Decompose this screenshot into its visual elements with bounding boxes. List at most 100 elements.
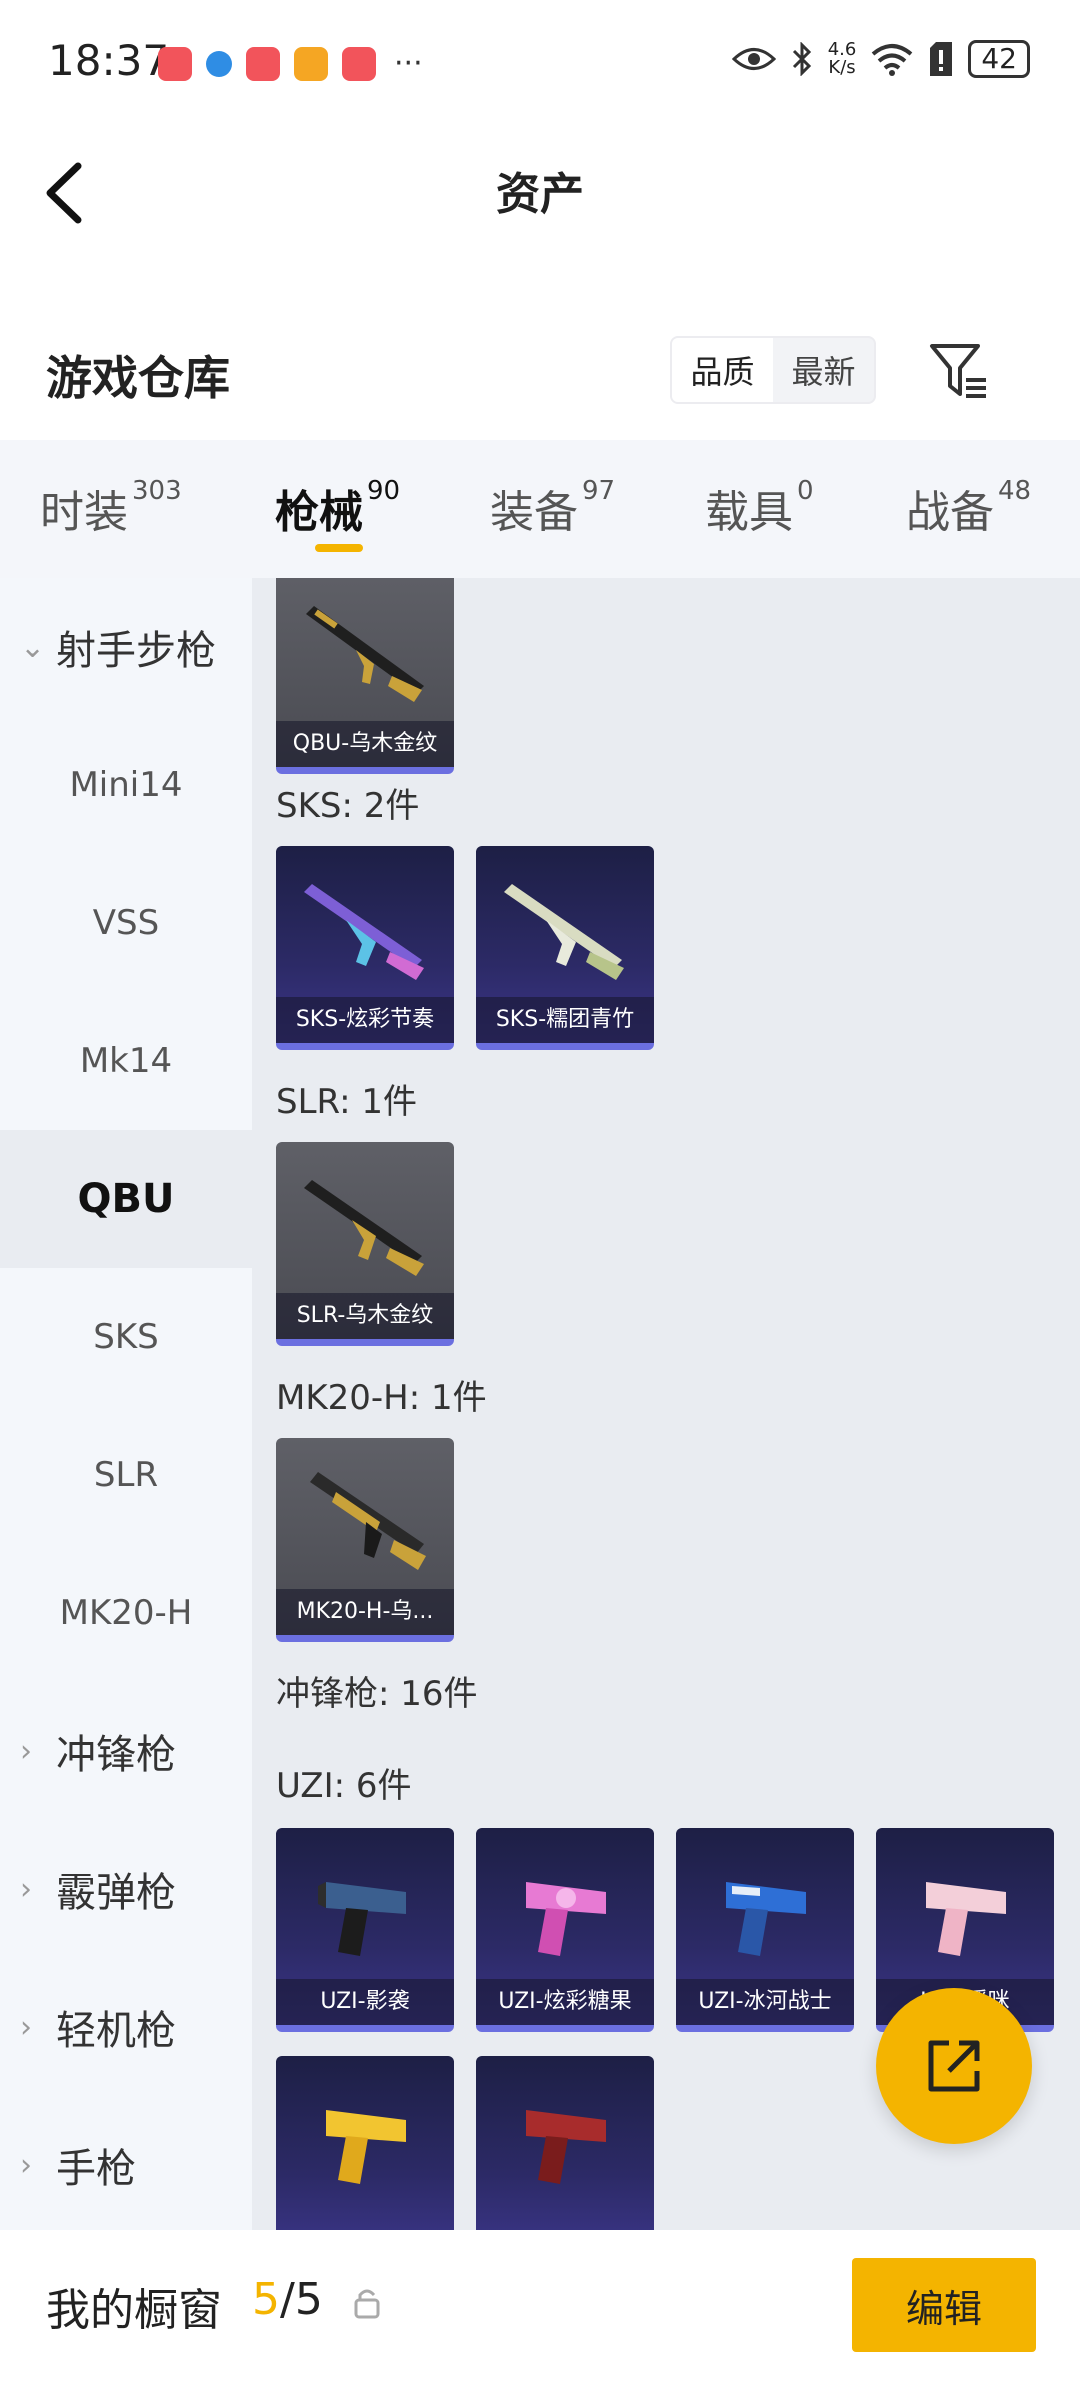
nav-header: 资产 <box>0 120 1080 260</box>
weapon-card-mk20h[interactable]: MK20-H-乌... <box>276 1438 454 1642</box>
sidebar-item-mk20h[interactable]: MK20-H <box>0 1544 252 1682</box>
tab-count: 303 <box>132 476 182 506</box>
network-speed: 4.6 K/s <box>828 41 857 77</box>
shopping-app-icon <box>342 46 376 81</box>
sidebar-item-mini14[interactable]: Mini14 <box>0 716 252 854</box>
wifi-icon <box>872 44 913 76</box>
tab-label: 战备 <box>906 487 994 538</box>
sidebar-group-smg[interactable]: › 冲锋枪 <box>0 1682 252 1820</box>
network-speed-unit: K/s <box>828 57 856 78</box>
share-external-icon <box>928 2040 980 2092</box>
sidebar-group-label: 冲锋枪 <box>56 1732 176 1778</box>
rifle-icon <box>306 606 424 702</box>
rifle-icon <box>310 1472 426 1570</box>
sidebar-item-vss[interactable]: VSS <box>0 854 252 992</box>
weapon-card-uzi-1[interactable]: UZI-影袭 <box>276 1828 454 2032</box>
tab-label: 枪械 <box>275 487 363 538</box>
tab-vehicles[interactable]: 载具 0 <box>705 476 814 540</box>
browser-app-icon <box>206 50 232 77</box>
tab-label: 装备 <box>490 487 578 538</box>
showcase-total: 5 <box>294 2274 323 2325</box>
sidebar-group-lmg[interactable]: › 轻机枪 <box>0 1958 252 2096</box>
page-title: 资产 <box>496 169 584 220</box>
sidebar-group-pistol[interactable]: › 手枪 <box>0 2096 252 2234</box>
weapon-grid: QBU-乌木金纹 SKS: 2件 SKS-炫彩节奏 SKS-糯团青竹 SLR: … <box>252 578 1080 2230</box>
warehouse-header: 游戏仓库 品质 最新 <box>0 300 1080 440</box>
showcase-current: 5 <box>252 2274 280 2325</box>
sidebar-item-qbu[interactable]: QBU <box>0 1130 252 1268</box>
video-app-icon <box>294 46 328 81</box>
weapon-category-sidebar: ⌄ 射手步枪 Mini14 VSS Mk14 QBU SKS SLR MK20-… <box>0 578 252 2230</box>
weapon-card-uzi-2[interactable]: UZI-炫彩糖果 <box>476 1828 654 2032</box>
sidebar-item-sks[interactable]: SKS <box>0 1268 252 1406</box>
status-indicators: 4.6 K/s 42 <box>731 40 1030 78</box>
group-label-sks: SKS: 2件 <box>276 786 420 826</box>
sort-quality-button[interactable]: 品质 <box>672 338 773 402</box>
filter-icon[interactable] <box>928 340 990 402</box>
bluetooth-icon <box>792 42 811 76</box>
weapon-card-uzi-5[interactable] <box>276 2056 454 2230</box>
weapon-card-uzi-3[interactable]: UZI-冰河战士 <box>676 1828 854 2032</box>
weapon-name: SKS-糯团青竹 <box>476 997 654 1043</box>
edit-button[interactable]: 编辑 <box>852 2258 1036 2352</box>
weapon-name: QBU-乌木金纹 <box>276 721 454 767</box>
lock-icon <box>354 2289 380 2319</box>
weapon-card-sks-1[interactable]: SKS-炫彩节奏 <box>276 846 454 1050</box>
smg-icon <box>726 1882 806 1956</box>
sort-toggle: 品质 最新 <box>670 336 876 404</box>
weapon-card-qbu[interactable]: QBU-乌木金纹 <box>276 578 454 774</box>
sidebar-item-mk14[interactable]: Mk14 <box>0 992 252 1130</box>
smg-icon <box>526 2110 606 2184</box>
chevron-right-icon: › <box>20 1871 32 1907</box>
weapon-card-slr[interactable]: SLR-乌木金纹 <box>276 1142 454 1346</box>
sim-alert-icon <box>930 42 953 76</box>
tab-supplies[interactable]: 战备 48 <box>906 476 1031 540</box>
more-notifications-icon: ··· <box>394 46 423 81</box>
group-label-uzi: UZI: 6件 <box>276 1766 412 1806</box>
sidebar-group-label: 霰弹枪 <box>56 1870 176 1916</box>
tab-label: 载具 <box>705 487 793 538</box>
warehouse-title: 游戏仓库 <box>46 351 230 405</box>
smg-icon <box>318 1882 406 1956</box>
sidebar-group-label: 射手步枪 <box>56 628 216 674</box>
category-tabs: 时装 303 枪械 90 装备 97 载具 0 战备 48 <box>0 440 1080 578</box>
notification-icons: ··· <box>158 46 423 81</box>
share-button[interactable] <box>876 1988 1032 2144</box>
sidebar-group-label: 轻机枪 <box>56 2008 176 2054</box>
group-label-smg: 冲锋枪: 16件 <box>276 1674 478 1714</box>
chevron-right-icon: › <box>20 2147 32 2183</box>
status-bar: 18:37 ··· 4.6 K/s 42 <box>0 0 1080 120</box>
battery-indicator: 42 <box>968 40 1030 78</box>
smg-icon <box>926 1882 1006 1956</box>
sidebar-item-slr[interactable]: SLR <box>0 1406 252 1544</box>
sidebar-group-label: 手枪 <box>56 2146 136 2192</box>
showcase-title: 我的橱窗 <box>46 2285 222 2336</box>
weapon-name: UZI-冰河战士 <box>676 1979 854 2025</box>
sidebar-group-marksman[interactable]: ⌄ 射手步枪 <box>0 578 252 716</box>
smg-icon <box>526 1882 606 1956</box>
weapon-card-sks-2[interactable]: SKS-糯团青竹 <box>476 846 654 1050</box>
rifle-icon <box>304 884 424 980</box>
eye-icon <box>731 48 776 70</box>
weapon-name: SKS-炫彩节奏 <box>276 997 454 1043</box>
chevron-right-icon: › <box>20 1733 32 1769</box>
sidebar-group-shotgun[interactable]: › 霰弹枪 <box>0 1820 252 1958</box>
showcase-separator: / <box>280 2274 295 2325</box>
chevron-down-icon: ⌄ <box>20 629 46 665</box>
weapon-name: SLR-乌木金纹 <box>276 1293 454 1339</box>
sort-latest-button[interactable]: 最新 <box>773 338 874 402</box>
tab-count: 90 <box>367 476 401 506</box>
tab-count: 97 <box>582 476 616 506</box>
rifle-icon <box>304 1180 424 1276</box>
shopping-app-icon <box>158 46 192 81</box>
showcase-bar: 我的橱窗 5/5 编辑 <box>0 2230 1080 2382</box>
tab-count: 48 <box>998 476 1032 506</box>
tab-firearms[interactable]: 枪械 90 <box>275 476 400 540</box>
tab-fashion[interactable]: 时装 303 <box>40 476 182 540</box>
weapon-card-uzi-6[interactable] <box>476 2056 654 2230</box>
active-tab-indicator <box>315 544 363 552</box>
tab-label: 时装 <box>40 487 128 538</box>
tab-equipment[interactable]: 装备 97 <box>490 476 615 540</box>
showcase-count: 5/5 <box>252 2274 323 2325</box>
weapon-name: UZI-影袭 <box>276 1979 454 2025</box>
